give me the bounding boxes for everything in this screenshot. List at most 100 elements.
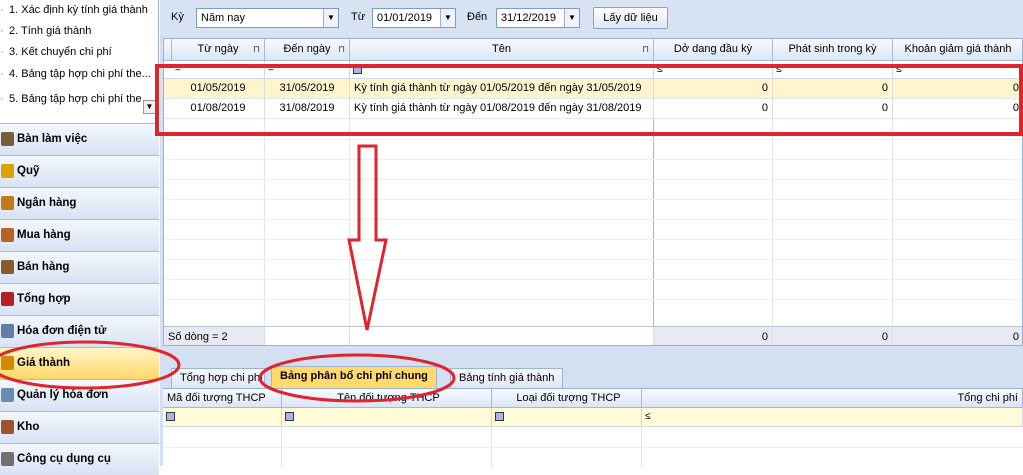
navigation-sidebar: · 1. Xác định kỳ tính giá thành · 2. Tính … [0,0,159,475]
grid-divider [164,139,1022,140]
col-header-total-cost[interactable]: Tổng chi phí [642,389,1023,408]
grid-divider [164,299,1022,300]
col-header-from-date[interactable]: Từ ngày ⊓ [172,39,265,61]
filter-checkbox-icon[interactable] [285,411,294,421]
filter-checkbox-icon[interactable] [166,411,175,421]
module-quy[interactable]: Quỹ [0,155,159,187]
module-quan-ly-hoa-don[interactable]: Quản lý hóa đơn [0,379,159,411]
task-link-3[interactable]: · 3. Kết chuyển chi phí [0,42,150,62]
cell-incurred: 0 [773,79,893,99]
sum-wip-opening: 0 [654,327,773,345]
sales-icon [1,260,14,274]
filter-from-date[interactable]: = [172,61,265,79]
grid-divider [164,259,1022,260]
col-header-wip-opening[interactable]: Dở dang đầu kỳ [654,39,773,61]
sum-cost-reduction: 0 [893,327,1022,345]
filter-object-code[interactable] [163,408,282,427]
filter-to-date[interactable]: = [265,61,350,79]
task-marker-icon: · [0,4,4,16]
cost-period-grid: Từ ngày ⊓ Đến ngày ⊓ Tên ⊓ Dở dang đầu kỳ P… [163,38,1023,346]
to-label: Đến [467,11,488,23]
tab-cost-calculation[interactable]: Bảng tính giá thành [450,368,564,388]
col-header-object-name[interactable]: Tên đối tượng THCP [282,389,492,408]
grid-divider [349,119,350,326]
filter-incurred[interactable]: ≤ [773,61,893,79]
task-marker-icon: · [0,68,4,80]
cell-from-date: 01/05/2019 [172,79,265,99]
period-select[interactable]: Năm nay ▼ [196,8,339,28]
to-date-picker[interactable]: 31/12/2019 ▼ [496,8,580,28]
task-link-4[interactable]: · 4. Bảng tập hợp chi phí the... [0,64,150,84]
purchase-icon [1,228,14,242]
task-link-2[interactable]: · 2. Tính giá thành [0,21,150,41]
cell-to-date: 31/05/2019 [265,79,350,99]
col-header-name[interactable]: Tên ⊓ [350,39,654,61]
tab-common-cost-allocation[interactable]: Bảng phân bổ chi phí chung [271,366,437,388]
module-tong-hop[interactable]: Tổng hợp [0,283,159,315]
filter-object-name[interactable] [282,408,492,427]
task-list-scroll-down-icon[interactable]: ▼ [143,100,156,114]
einvoice-icon [1,324,14,338]
bank-icon [1,196,14,210]
grid-divider [164,239,1022,240]
summary-row: Số dòng = 2 0 0 0 [164,326,1022,345]
table-row[interactable]: 01/08/2019 31/08/2019 Kỳ tính giá thành … [164,99,1022,119]
module-ban-hang[interactable]: Bán hàng [0,251,159,283]
filter-name[interactable] [350,61,654,79]
pin-icon[interactable]: ⊓ [338,39,345,60]
cell-incurred: 0 [773,99,893,119]
detail-tabs: Tổng hợp chi phí Bảng phân bổ chi phí ch… [163,366,1023,388]
pin-icon[interactable]: ⊓ [642,39,649,60]
cell-name: Kỳ tính giá thành từ ngày 01/05/2019 đến… [350,79,654,99]
allocation-grid: Mã đối tượng THCP Tên đối tượng THCP Loạ… [163,388,1023,467]
task-link-5[interactable]: · 5. Bảng tập hợp chi phí the... [0,89,142,109]
module-mua-hang[interactable]: Mua hàng [0,219,159,251]
cell-name: Kỳ tính giá thành từ ngày 01/08/2019 đến… [350,99,654,119]
col-header-object-type[interactable]: Loại đối tượng THCP [492,389,642,408]
grid-divider [164,179,1022,180]
grid-divider [892,119,893,326]
module-ngan-hang[interactable]: Ngân hàng [0,187,159,219]
row-indicator-header [164,39,172,61]
table-row[interactable]: 01/05/2019 31/05/2019 Kỳ tính giá thành … [164,79,1022,99]
filter-wip-opening[interactable]: ≤ [654,61,773,79]
task-link-1[interactable]: · 1. Xác định kỳ tính giá thành [0,0,150,20]
cell-cost-reduction: 0 [893,99,1022,119]
col-header-to-date[interactable]: Đến ngày ⊓ [265,39,350,61]
module-ban-lam-viec[interactable]: Bàn làm việc [0,123,159,155]
load-data-button[interactable]: Lấy dữ liệu [593,7,668,29]
cost-icon [1,356,14,370]
grid-divider [772,119,773,326]
filter-checkbox-icon[interactable] [495,411,504,421]
chevron-down-icon[interactable]: ▼ [564,9,579,27]
filter-total-cost[interactable]: ≤ [642,408,1023,427]
grid-divider [164,279,1022,280]
filter-object-type[interactable] [492,408,642,427]
grid-divider [653,119,654,326]
col-header-object-code[interactable]: Mã đối tượng THCP [163,389,282,408]
grid-divider [164,199,1022,200]
module-gia-thanh[interactable]: Giá thành [0,347,159,379]
module-kho[interactable]: Kho [0,411,159,443]
col-header-incurred[interactable]: Phát sinh trong kỳ [773,39,893,61]
grid-divider [164,159,1022,160]
task-marker-icon: · [0,46,4,58]
from-label: Từ [351,11,366,23]
module-hoa-don-dien-tu[interactable]: Hóa đơn điện tử [0,315,159,347]
task-marker-icon: · [0,25,4,37]
grid-divider [163,447,1023,448]
cell-from-date: 01/08/2019 [172,99,265,119]
row-count: Số dòng = 2 [164,327,265,345]
from-date-picker[interactable]: 01/01/2019 ▼ [372,8,456,28]
col-header-cost-reduction[interactable]: Khoản giảm giá thành [893,39,1022,61]
module-cong-cu-dung-cu[interactable]: Công cụ dụng cụ [0,443,159,475]
filter-cost-reduction[interactable]: ≤ [893,61,1022,79]
pin-icon[interactable]: ⊓ [253,39,260,60]
tab-cost-summary[interactable]: Tổng hợp chi phí [171,368,265,388]
filter-checkbox-icon[interactable] [353,64,362,74]
chevron-down-icon[interactable]: ▼ [323,9,338,27]
filter-toolbar: Kỳ Năm nay ▼ Từ 01/01/2019 ▼ Đến 31/12/201… [160,0,1023,36]
chevron-down-icon[interactable]: ▼ [440,9,455,27]
cell-wip-opening: 0 [654,79,773,99]
grid-divider [164,219,1022,220]
